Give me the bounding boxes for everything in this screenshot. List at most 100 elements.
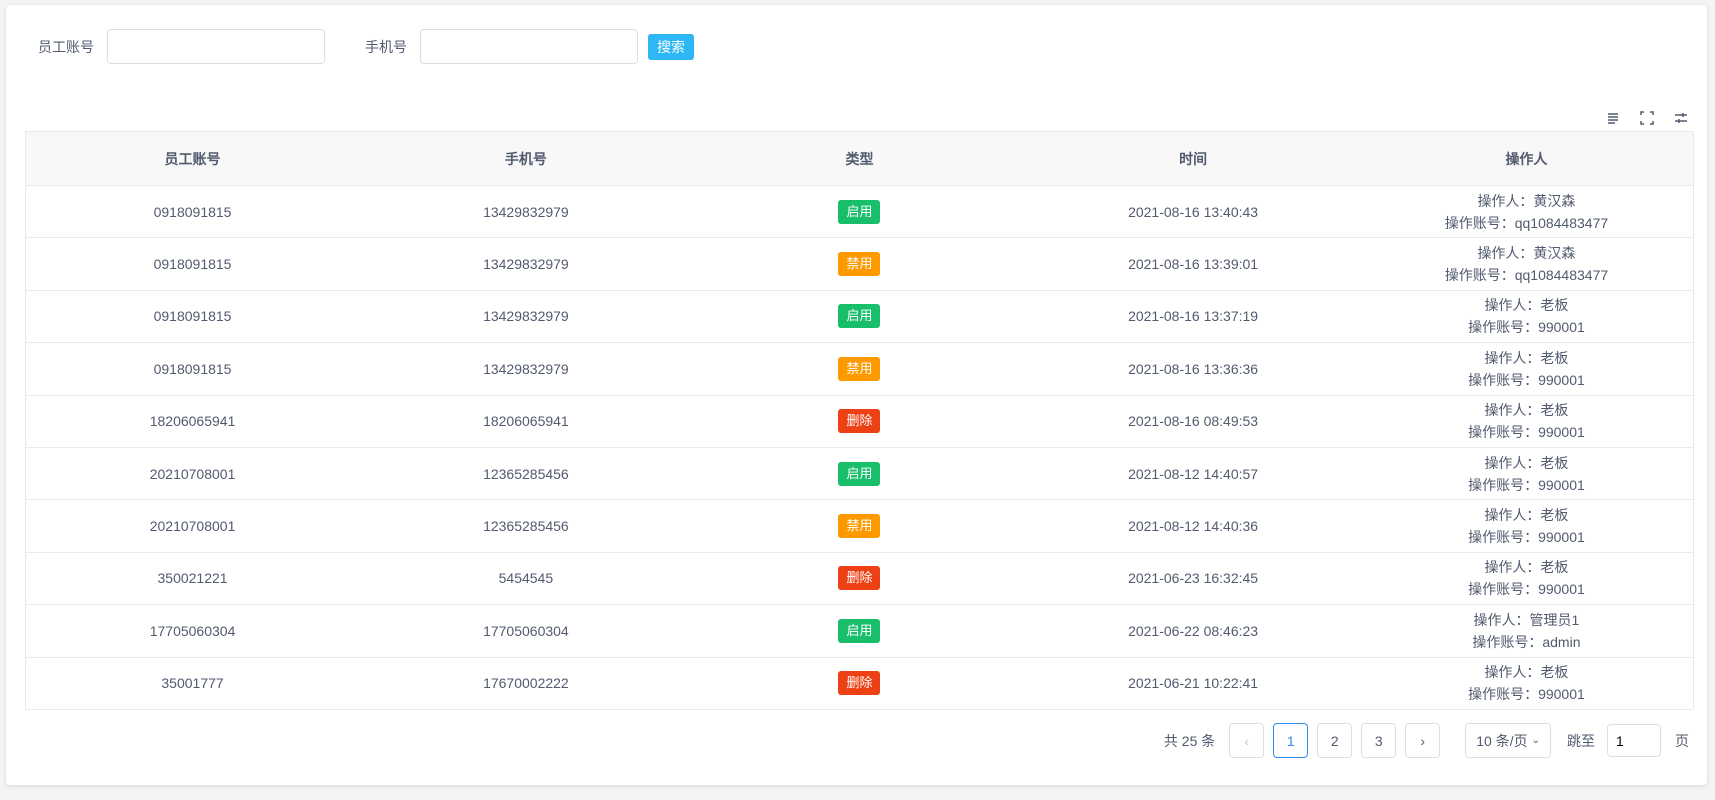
- type-cell: 启用: [692, 447, 1027, 501]
- table-row: 0918091815 13429832979 启用 2021-08-16 13:…: [25, 290, 1694, 344]
- operator-cell: 操作人：老板 操作账号：990001: [1359, 499, 1694, 553]
- page-1-button[interactable]: 1: [1273, 723, 1309, 758]
- account-label: 员工账号: [38, 38, 94, 55]
- table-toolbar: [1605, 110, 1689, 126]
- phone-cell: 12365285456: [359, 499, 693, 553]
- time-cell: 2021-08-16 13:36:36: [1026, 342, 1360, 396]
- type-badge: 启用: [838, 199, 881, 224]
- page-2-button[interactable]: 2: [1317, 723, 1353, 758]
- operator-account: 操作账号：990001: [1468, 371, 1585, 388]
- account-cell: 20210708001: [25, 499, 360, 553]
- search-button[interactable]: 搜索: [648, 33, 694, 60]
- time-cell: 2021-08-16 13:39:01: [1026, 237, 1360, 291]
- fullscreen-icon[interactable]: [1639, 110, 1655, 126]
- time-cell: 2021-08-16 08:49:53: [1026, 395, 1360, 448]
- operator-name: 操作人：老板: [1484, 349, 1569, 366]
- operator-name: 操作人：老板: [1484, 507, 1569, 524]
- phone-cell: 12365285456: [359, 447, 693, 501]
- phone-cell: 17705060304: [359, 604, 693, 658]
- operator-account: 操作账号：qq1084483477: [1444, 214, 1609, 231]
- table-row: 0918091815 13429832979 禁用 2021-08-16 13:…: [25, 342, 1694, 396]
- account-cell: 20210708001: [25, 447, 360, 501]
- phone-input[interactable]: [420, 29, 638, 64]
- column-header: 类型: [692, 131, 1027, 186]
- type-badge: 删除: [838, 409, 881, 434]
- type-cell: 启用: [692, 604, 1027, 658]
- operator-cell: 操作人：管理员1 操作账号：admin: [1359, 604, 1694, 658]
- pagination: 共 25 条 ‹ 1 2 3 › 10 条/页⌄ 跳至 页: [1164, 723, 1689, 758]
- operator-cell: 操作人：老板 操作账号：990001: [1359, 290, 1694, 344]
- time-cell: 2021-08-16 13:37:19: [1026, 290, 1360, 344]
- operator-name: 操作人：管理员1: [1473, 611, 1580, 628]
- operator-account: 操作账号：990001: [1468, 686, 1585, 703]
- type-badge: 禁用: [838, 252, 881, 277]
- phone-cell: 13429832979: [359, 237, 693, 291]
- page-size-value: 10 条/页: [1476, 732, 1528, 749]
- account-cell: 0918091815: [25, 290, 360, 344]
- chevron-down-icon: ⌄: [1531, 735, 1540, 746]
- next-page-button[interactable]: ›: [1405, 723, 1441, 758]
- time-cell: 2021-06-23 16:32:45: [1026, 552, 1360, 606]
- account-cell: 350021221: [25, 552, 360, 606]
- table-header-row: 员工账号 手机号 类型 时间 操作人: [25, 131, 1694, 186]
- operator-cell: 操作人：老板 操作账号：990001: [1359, 657, 1694, 710]
- type-cell: 删除: [692, 657, 1027, 710]
- operator-cell: 操作人：老板 操作账号：990001: [1359, 447, 1694, 501]
- time-cell: 2021-06-22 08:46:23: [1026, 604, 1360, 658]
- total-count: 共 25 条: [1163, 732, 1216, 749]
- columns-settings-icon[interactable]: [1673, 110, 1689, 126]
- operator-name: 操作人：老板: [1484, 402, 1569, 419]
- time-cell: 2021-08-16 13:40:43: [1026, 185, 1360, 239]
- page-size-select[interactable]: 10 条/页 ⌄: [1465, 723, 1551, 758]
- column-header: 员工账号: [25, 131, 360, 186]
- operator-cell: 操作人：老板 操作账号：990001: [1359, 552, 1694, 606]
- column-header: 手机号: [359, 131, 693, 186]
- type-badge: 禁用: [838, 514, 881, 539]
- time-cell: 2021-08-12 14:40:57: [1026, 447, 1360, 501]
- column-header: 时间: [1026, 131, 1360, 186]
- account-cell: 0918091815: [25, 342, 360, 396]
- type-badge: 删除: [838, 671, 881, 696]
- operator-name: 操作人：黄汉森: [1477, 192, 1576, 209]
- operator-cell: 操作人：老板 操作账号：990001: [1359, 342, 1694, 396]
- main-card: 员工账号 手机号 搜索 员工账号 手机号 类型 时间 操作人 0918091815 13…: [6, 5, 1707, 785]
- operator-name: 操作人：老板: [1484, 297, 1569, 314]
- operator-account: 操作账号：990001: [1468, 319, 1585, 336]
- phone-cell: 13429832979: [359, 342, 693, 396]
- align-icon[interactable]: [1605, 110, 1621, 126]
- page-3-button[interactable]: 3: [1361, 723, 1397, 758]
- operator-name: 操作人：老板: [1484, 664, 1569, 681]
- operation-log-table: 员工账号 手机号 类型 时间 操作人 0918091815 13429832979 启用…: [25, 131, 1694, 710]
- operator-account: 操作账号：990001: [1468, 529, 1585, 546]
- type-badge: 启用: [838, 618, 881, 643]
- account-input[interactable]: [107, 29, 325, 64]
- account-cell: 17705060304: [25, 604, 360, 658]
- type-badge: 启用: [838, 461, 881, 486]
- table-row: 18206065941 18206065941 删除 2021-08-16 08…: [25, 395, 1694, 448]
- jump-label: 跳至: [1567, 732, 1595, 749]
- operator-cell: 操作人：黄汉森 操作账号：qq1084483477: [1359, 237, 1694, 291]
- time-cell: 2021-06-21 10:22:41: [1026, 657, 1360, 710]
- prev-page-button[interactable]: ‹: [1229, 723, 1265, 758]
- page-suffix: 页: [1675, 732, 1689, 749]
- type-badge: 删除: [838, 566, 881, 591]
- jump-page-input[interactable]: [1607, 724, 1661, 757]
- operator-account: 操作账号：990001: [1468, 476, 1585, 493]
- table-row: 0918091815 13429832979 禁用 2021-08-16 13:…: [25, 237, 1694, 291]
- operator-cell: 操作人：黄汉森操作账号：qq1084483477: [1359, 185, 1694, 239]
- type-cell: 删除: [692, 552, 1027, 606]
- operator-name: 操作人：黄汉森: [1477, 245, 1576, 262]
- operator-name: 操作人：老板: [1484, 454, 1569, 471]
- type-cell: 启用: [692, 290, 1027, 344]
- phone-label: 手机号: [365, 38, 407, 55]
- type-cell: 启用: [692, 185, 1027, 239]
- account-cell: 18206065941: [25, 395, 360, 448]
- phone-cell: 5454545: [359, 552, 693, 606]
- type-cell: 删除: [692, 395, 1027, 448]
- operator-account: 操作账号：admin: [1472, 633, 1581, 650]
- operator-account: 操作账号：990001: [1468, 581, 1585, 598]
- account-cell: 0918091815: [25, 185, 360, 239]
- type-badge: 启用: [838, 304, 881, 329]
- account-cell: 0918091815: [25, 237, 360, 291]
- time-cell: 2021-08-12 14:40:36: [1026, 499, 1360, 553]
